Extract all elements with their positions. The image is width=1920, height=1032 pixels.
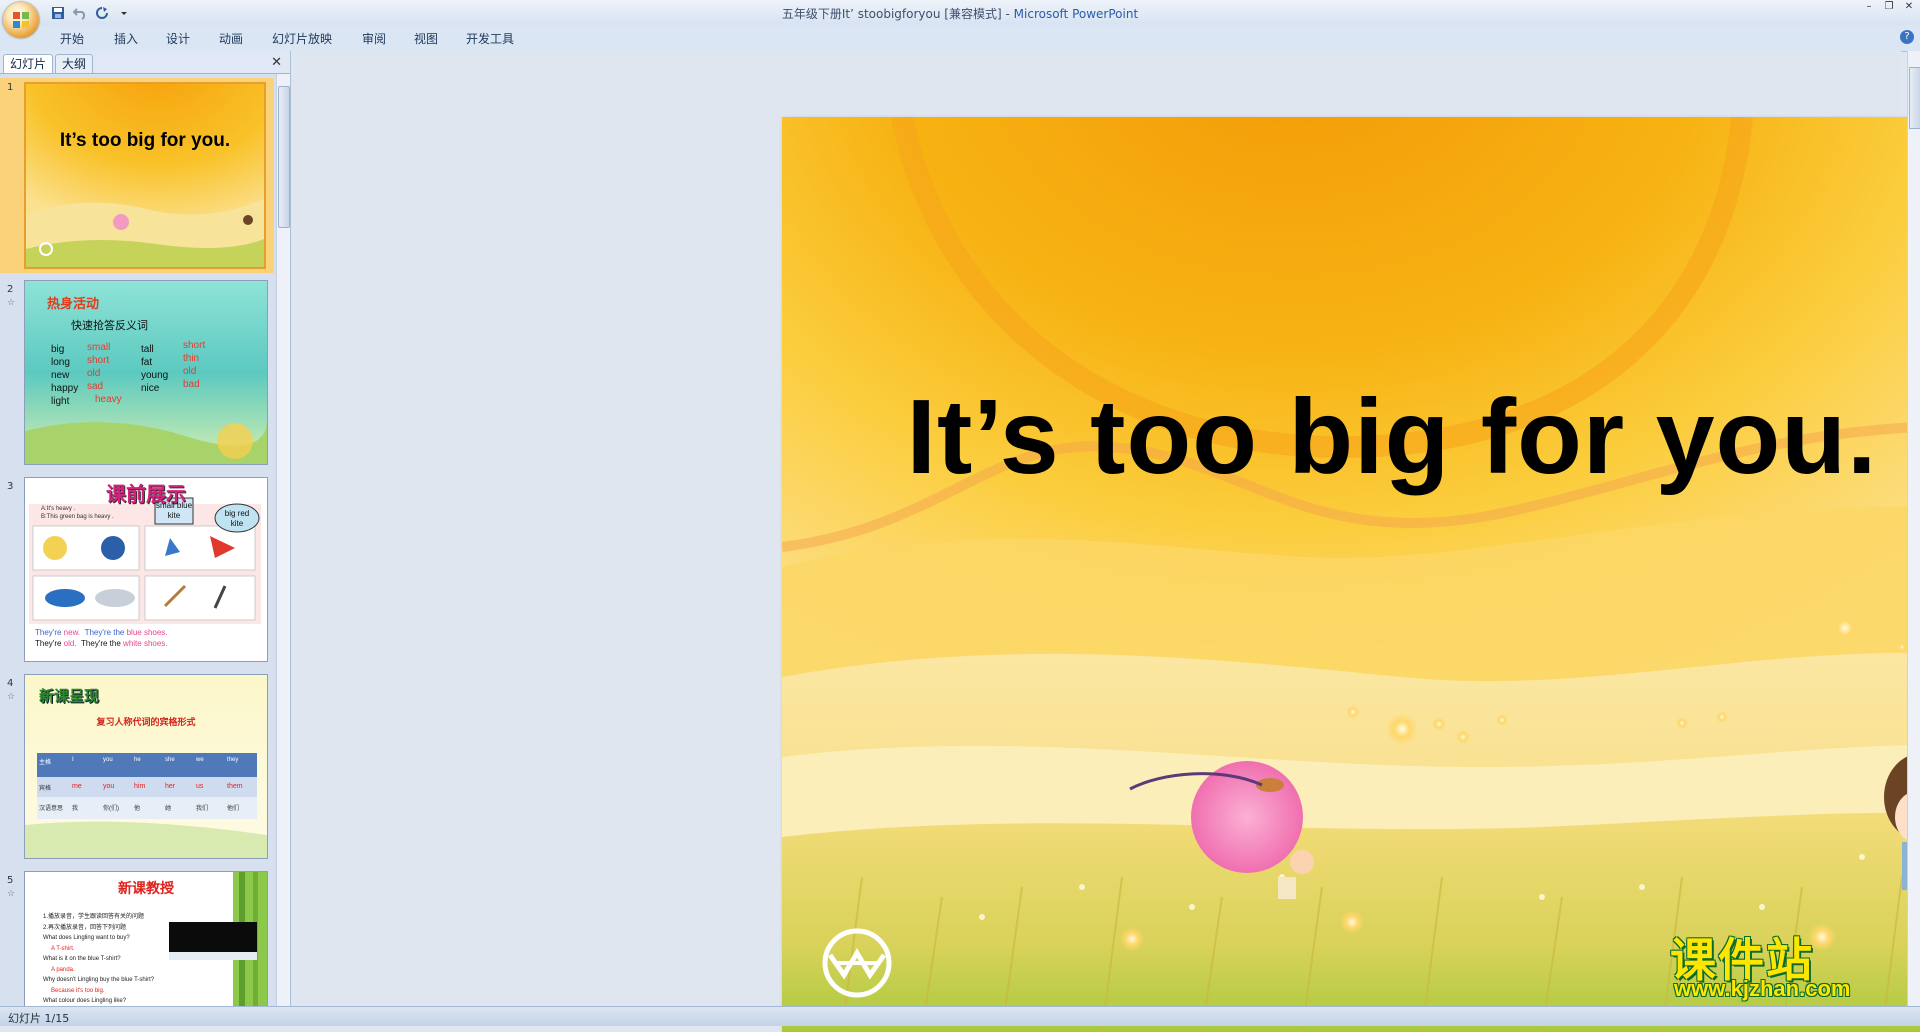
tab-slides[interactable]: 幻灯片 bbox=[3, 54, 54, 73]
slide-thumbnail[interactable]: 课前展示 A:It's heavy . B:This green bag is … bbox=[24, 477, 268, 662]
thumb2-heading: 热身活动 bbox=[47, 296, 100, 311]
thumb5-lines: 1.播放录音，学生跟读回答有关的问题 2.再次播放录音，回答下列问题 What … bbox=[43, 914, 155, 1004]
slide-number: 1 bbox=[7, 82, 14, 93]
thumbnail-scrollbar[interactable] bbox=[276, 74, 290, 1006]
slide-thumbnail[interactable]: 热身活动 快速抢答反义词 big long new happy light small s… bbox=[24, 280, 268, 465]
thumb4-subtitle: 复习人称代词的宾格形式 bbox=[96, 717, 196, 727]
slide-background-art bbox=[782, 117, 1920, 1032]
thumbnail-slide-4[interactable]: 4 ☆ 新课呈现 复习人称代词的宾格形式 主格 I you he she we … bbox=[0, 674, 274, 859]
slide-number: 4 bbox=[7, 678, 14, 689]
minimize-icon[interactable]: – bbox=[1862, 2, 1876, 12]
thumbnail-slide-1[interactable]: 1 It’s too big for you. bbox=[0, 78, 274, 273]
slide-thumbnail[interactable]: It’s too big for you. bbox=[24, 82, 266, 269]
thumb3-line2: B:This green bag is heavy . bbox=[41, 514, 114, 520]
scrollbar-thumb[interactable] bbox=[1909, 67, 1920, 129]
tab-slideshow[interactable]: 幻灯片放映 bbox=[272, 30, 332, 47]
thumb3-bubble1: small blue kite bbox=[156, 501, 193, 520]
office-logo-icon bbox=[13, 12, 29, 28]
thumb4-table-row2: 汉语意思我你(们) 他她我们 他们 bbox=[39, 806, 240, 812]
slide-workspace: It’s too big for you. bbox=[291, 51, 1920, 1032]
slide-thumbnail[interactable]: 新课呈现 复习人称代词的宾格形式 主格 Iyou he she we they 宾格 me y… bbox=[24, 674, 268, 859]
thumb2-subtitle: 快速抢答反义词 bbox=[71, 320, 148, 332]
pane-tabs: 幻灯片 大纲 ✕ bbox=[0, 51, 290, 74]
thumb2-col2: small short old sad heavy bbox=[87, 342, 122, 405]
watermark-url: www.kjzhan.com bbox=[1674, 976, 1851, 1001]
thumb1-background bbox=[26, 84, 264, 267]
tab-view[interactable]: 视图 bbox=[414, 30, 438, 47]
slides-pane: 幻灯片 大纲 ✕ 1 It’s too big for you. 2 ☆ 热身活… bbox=[0, 51, 291, 1006]
ribbon-tabs: 开始 插入 设计 动画 幻灯片放映 审阅 视图 开发工具 bbox=[0, 25, 1920, 52]
thumbnail-slide-2[interactable]: 2 ☆ 热身活动 快速抢答反义词 big long new happy light bbox=[0, 280, 274, 465]
thumb1-title: It’s too big for you. bbox=[59, 130, 231, 151]
thumb3-footer1: They're new. They're the blue shoes. bbox=[35, 628, 168, 637]
thumb2-col4: short thin old bad bbox=[183, 340, 206, 390]
watermark: 课件站 www.kjzhan.com bbox=[1668, 924, 1908, 1004]
thumb4-table-row1: 宾格 me you him her us them bbox=[39, 783, 243, 792]
close-icon[interactable]: ✕ bbox=[1902, 2, 1916, 12]
window-title: 五年级下册It’ stoobigforyou [兼容模式] - Microsof… bbox=[781, 7, 1139, 21]
tab-outline[interactable]: 大纲 bbox=[55, 54, 94, 73]
status-bar: 幻灯片 1/15 bbox=[0, 1006, 1920, 1026]
slide-number: 2 bbox=[7, 284, 14, 295]
thumb3-bubble2: big red kite bbox=[224, 509, 250, 528]
thumb4-heading: 新课呈现 bbox=[39, 688, 100, 705]
current-slide[interactable]: It’s too big for you. bbox=[782, 117, 1920, 1032]
tab-home[interactable]: 开始 bbox=[60, 30, 84, 47]
tab-review[interactable]: 审阅 bbox=[362, 30, 386, 47]
slide-thumbnail[interactable]: 新课教授 1.播放录音，学生跟读回答有关的问题 2.再次播放录音，回答下列问题 … bbox=[24, 871, 268, 1006]
thumb3-line1: A:It's heavy . bbox=[41, 506, 76, 512]
workspace-scrollbar[interactable] bbox=[1907, 51, 1920, 1006]
close-pane-icon[interactable]: ✕ bbox=[271, 55, 282, 70]
slide-title[interactable]: It’s too big for you. bbox=[782, 377, 1920, 498]
tab-animations[interactable]: 动画 bbox=[219, 30, 243, 47]
help-icon[interactable]: ? bbox=[1900, 30, 1914, 44]
thumb3-footer2: They're old. They're the white shoes. bbox=[35, 639, 168, 648]
slide-number: 5 bbox=[7, 875, 14, 886]
tab-insert[interactable]: 插入 bbox=[114, 30, 138, 47]
title-bar: 五年级下册It’ stoobigforyou [兼容模式] - Microsof… bbox=[0, 0, 1920, 38]
thumb5-heading: 新课教授 bbox=[118, 880, 174, 896]
office-button[interactable] bbox=[3, 2, 39, 38]
animation-star-icon: ☆ bbox=[7, 298, 16, 308]
thumb2-col3: tall fat young nice bbox=[141, 344, 169, 394]
tab-design[interactable]: 设计 bbox=[166, 30, 190, 47]
slide-number: 3 bbox=[7, 481, 14, 492]
tab-developer[interactable]: 开发工具 bbox=[466, 30, 514, 47]
window-controls: – ❐ ✕ bbox=[1862, 2, 1916, 12]
scrollbar-thumb[interactable] bbox=[278, 86, 290, 228]
thumb3-heading: 课前展示 bbox=[106, 484, 186, 506]
slide-indicator: 幻灯片 1/15 bbox=[8, 1012, 70, 1025]
animation-star-icon: ☆ bbox=[7, 692, 16, 702]
thumbnail-slide-3[interactable]: 3 课前展示 A:It's heavy . B:This green bag i… bbox=[0, 477, 274, 662]
animation-star-icon: ☆ bbox=[7, 889, 16, 899]
thumbnail-slide-5[interactable]: 5 ☆ 新课教授 1.播放录音，学生跟读回答有关的问题 2.再次播放录音，回答下… bbox=[0, 871, 274, 1006]
thumb2-col1: big long new happy light bbox=[51, 344, 79, 407]
thumb4-table-header: 主格 Iyou he she we they bbox=[39, 757, 239, 766]
restore-icon[interactable]: ❐ bbox=[1882, 2, 1896, 12]
thumbnail-list: 1 It’s too big for you. 2 ☆ 热身活动 快速抢答反义词… bbox=[0, 74, 275, 1006]
